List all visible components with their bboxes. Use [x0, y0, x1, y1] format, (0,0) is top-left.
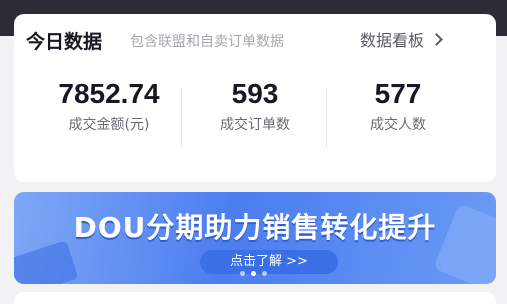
metric-sales-amount[interactable]: 7852.74 成交金额(元): [34, 78, 184, 134]
metric-label: 成交金额(元): [68, 117, 150, 133]
metric-label: 成交人数: [370, 117, 426, 133]
next-card: [14, 292, 496, 304]
metric-label: 成交订单数: [220, 117, 290, 133]
data-dashboard-link[interactable]: 数据看板: [360, 28, 443, 50]
banner-title: DOU分期助力销售转化提升: [73, 211, 437, 244]
metric-value: 593: [231, 78, 279, 109]
metric-value: 7852.74: [58, 78, 160, 109]
metric-value: 577: [374, 78, 422, 109]
card-subtitle: 包含联盟和自卖订单数据: [130, 34, 284, 50]
metric-buyer-count[interactable]: 577 成交人数: [323, 78, 473, 134]
card-title: 今日数据: [26, 31, 103, 53]
carousel-dot[interactable]: [262, 271, 267, 276]
carousel-indicator: [0, 271, 507, 276]
carousel-dot[interactable]: [240, 271, 245, 276]
carousel-dot[interactable]: [251, 271, 256, 276]
data-dashboard-label: 数据看板: [360, 31, 425, 50]
chevron-right-icon: [430, 32, 443, 46]
metric-order-count[interactable]: 593 成交订单数: [180, 78, 330, 134]
banner-decoration: [14, 240, 79, 284]
